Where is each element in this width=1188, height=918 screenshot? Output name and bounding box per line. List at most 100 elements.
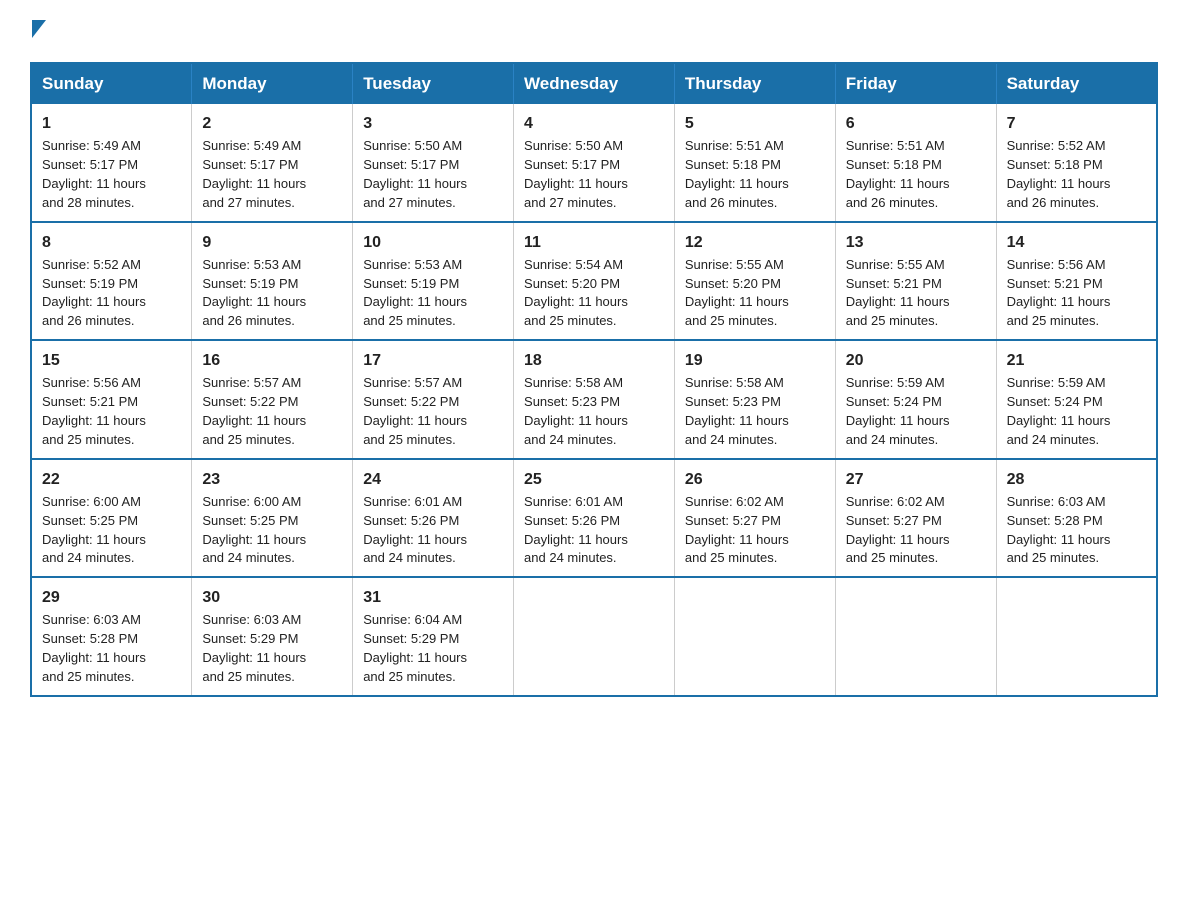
day-info: Sunrise: 6:00 AMSunset: 5:25 PMDaylight:… [42,494,146,566]
day-info: Sunrise: 5:56 AMSunset: 5:21 PMDaylight:… [42,375,146,447]
day-number: 26 [685,468,825,491]
day-info: Sunrise: 5:58 AMSunset: 5:23 PMDaylight:… [524,375,628,447]
day-info: Sunrise: 6:00 AMSunset: 5:25 PMDaylight:… [202,494,306,566]
day-info: Sunrise: 5:50 AMSunset: 5:17 PMDaylight:… [363,138,467,210]
calendar-cell [514,577,675,696]
header-sunday: Sunday [31,63,192,104]
day-info: Sunrise: 5:52 AMSunset: 5:19 PMDaylight:… [42,257,146,329]
day-number: 25 [524,468,664,491]
calendar-cell: 31 Sunrise: 6:04 AMSunset: 5:29 PMDayligh… [353,577,514,696]
day-info: Sunrise: 5:51 AMSunset: 5:18 PMDaylight:… [846,138,950,210]
calendar-header-row: SundayMondayTuesdayWednesdayThursdayFrid… [31,63,1157,104]
day-info: Sunrise: 6:01 AMSunset: 5:26 PMDaylight:… [524,494,628,566]
calendar-cell: 17 Sunrise: 5:57 AMSunset: 5:22 PMDayligh… [353,340,514,459]
header-wednesday: Wednesday [514,63,675,104]
page-header [30,20,1158,42]
calendar-cell: 20 Sunrise: 5:59 AMSunset: 5:24 PMDayligh… [835,340,996,459]
day-info: Sunrise: 6:03 AMSunset: 5:29 PMDaylight:… [202,612,306,684]
day-number: 13 [846,231,986,254]
day-number: 18 [524,349,664,372]
day-info: Sunrise: 5:59 AMSunset: 5:24 PMDaylight:… [1007,375,1111,447]
day-number: 12 [685,231,825,254]
calendar-cell: 23 Sunrise: 6:00 AMSunset: 5:25 PMDayligh… [192,459,353,578]
calendar-cell: 16Sunrise: 5:57 AMSunset: 5:22 PMDayligh… [192,340,353,459]
day-number: 15 [42,349,181,372]
day-number: 1 [42,112,181,135]
calendar-cell: 27Sunrise: 6:02 AMSunset: 5:27 PMDayligh… [835,459,996,578]
day-info: Sunrise: 5:52 AMSunset: 5:18 PMDaylight:… [1007,138,1111,210]
calendar-cell: 25 Sunrise: 6:01 AMSunset: 5:26 PMDayligh… [514,459,675,578]
calendar-week-row: 8Sunrise: 5:52 AMSunset: 5:19 PMDaylight… [31,222,1157,341]
header-friday: Friday [835,63,996,104]
calendar-cell: 7 Sunrise: 5:52 AMSunset: 5:18 PMDaylight… [996,104,1157,222]
day-number: 29 [42,586,181,609]
day-info: Sunrise: 6:04 AMSunset: 5:29 PMDaylight:… [363,612,467,684]
day-info: Sunrise: 5:58 AMSunset: 5:23 PMDaylight:… [685,375,789,447]
day-number: 16 [202,349,342,372]
day-info: Sunrise: 5:54 AMSunset: 5:20 PMDaylight:… [524,257,628,329]
day-number: 7 [1007,112,1146,135]
day-info: Sunrise: 5:50 AMSunset: 5:17 PMDaylight:… [524,138,628,210]
day-info: Sunrise: 5:53 AMSunset: 5:19 PMDaylight:… [202,257,306,329]
calendar-cell: 12 Sunrise: 5:55 AMSunset: 5:20 PMDayligh… [674,222,835,341]
calendar-cell: 29 Sunrise: 6:03 AMSunset: 5:28 PMDayligh… [31,577,192,696]
day-info: Sunrise: 5:53 AMSunset: 5:19 PMDaylight:… [363,257,467,329]
day-number: 9 [202,231,342,254]
day-number: 5 [685,112,825,135]
header-saturday: Saturday [996,63,1157,104]
day-info: Sunrise: 6:02 AMSunset: 5:27 PMDaylight:… [685,494,789,566]
calendar-cell: 15 Sunrise: 5:56 AMSunset: 5:21 PMDayligh… [31,340,192,459]
calendar-cell [996,577,1157,696]
calendar-cell [835,577,996,696]
calendar-cell: 30 Sunrise: 6:03 AMSunset: 5:29 PMDayligh… [192,577,353,696]
day-number: 14 [1007,231,1146,254]
day-info: Sunrise: 5:55 AMSunset: 5:21 PMDaylight:… [846,257,950,329]
day-number: 24 [363,468,503,491]
day-number: 17 [363,349,503,372]
day-info: Sunrise: 5:49 AMSunset: 5:17 PMDaylight:… [202,138,306,210]
calendar-cell [674,577,835,696]
day-info: Sunrise: 6:03 AMSunset: 5:28 PMDaylight:… [42,612,146,684]
logo-triangle-icon [32,20,46,38]
calendar-cell: 21 Sunrise: 5:59 AMSunset: 5:24 PMDayligh… [996,340,1157,459]
day-info: Sunrise: 5:55 AMSunset: 5:20 PMDaylight:… [685,257,789,329]
day-number: 19 [685,349,825,372]
calendar-cell: 2 Sunrise: 5:49 AMSunset: 5:17 PMDaylight… [192,104,353,222]
day-info: Sunrise: 6:03 AMSunset: 5:28 PMDaylight:… [1007,494,1111,566]
calendar-cell: 6 Sunrise: 5:51 AMSunset: 5:18 PMDaylight… [835,104,996,222]
calendar-week-row: 15 Sunrise: 5:56 AMSunset: 5:21 PMDayligh… [31,340,1157,459]
calendar-cell: 24 Sunrise: 6:01 AMSunset: 5:26 PMDayligh… [353,459,514,578]
calendar-cell: 1 Sunrise: 5:49 AMSunset: 5:17 PMDaylight… [31,104,192,222]
day-number: 20 [846,349,986,372]
day-info: Sunrise: 5:57 AMSunset: 5:22 PMDaylight:… [363,375,467,447]
calendar-cell: 13 Sunrise: 5:55 AMSunset: 5:21 PMDayligh… [835,222,996,341]
day-number: 21 [1007,349,1146,372]
calendar-cell: 4Sunrise: 5:50 AMSunset: 5:17 PMDaylight… [514,104,675,222]
day-number: 30 [202,586,342,609]
day-number: 6 [846,112,986,135]
header-tuesday: Tuesday [353,63,514,104]
header-monday: Monday [192,63,353,104]
calendar-week-row: 29 Sunrise: 6:03 AMSunset: 5:28 PMDayligh… [31,577,1157,696]
calendar-cell: 22Sunrise: 6:00 AMSunset: 5:25 PMDayligh… [31,459,192,578]
day-info: Sunrise: 5:51 AMSunset: 5:18 PMDaylight:… [685,138,789,210]
day-number: 23 [202,468,342,491]
calendar-cell: 5 Sunrise: 5:51 AMSunset: 5:18 PMDaylight… [674,104,835,222]
day-number: 2 [202,112,342,135]
day-number: 10 [363,231,503,254]
day-number: 31 [363,586,503,609]
day-info: Sunrise: 6:01 AMSunset: 5:26 PMDaylight:… [363,494,467,566]
calendar-cell: 9 Sunrise: 5:53 AMSunset: 5:19 PMDaylight… [192,222,353,341]
day-info: Sunrise: 5:49 AMSunset: 5:17 PMDaylight:… [42,138,146,210]
calendar-cell: 19 Sunrise: 5:58 AMSunset: 5:23 PMDayligh… [674,340,835,459]
day-number: 11 [524,231,664,254]
calendar-cell: 28 Sunrise: 6:03 AMSunset: 5:28 PMDayligh… [996,459,1157,578]
calendar-cell: 8Sunrise: 5:52 AMSunset: 5:19 PMDaylight… [31,222,192,341]
day-info: Sunrise: 5:56 AMSunset: 5:21 PMDaylight:… [1007,257,1111,329]
day-number: 28 [1007,468,1146,491]
calendar-cell: 14 Sunrise: 5:56 AMSunset: 5:21 PMDayligh… [996,222,1157,341]
day-info: Sunrise: 5:59 AMSunset: 5:24 PMDaylight:… [846,375,950,447]
logo [30,20,46,42]
day-number: 3 [363,112,503,135]
calendar-cell: 10 Sunrise: 5:53 AMSunset: 5:19 PMDayligh… [353,222,514,341]
